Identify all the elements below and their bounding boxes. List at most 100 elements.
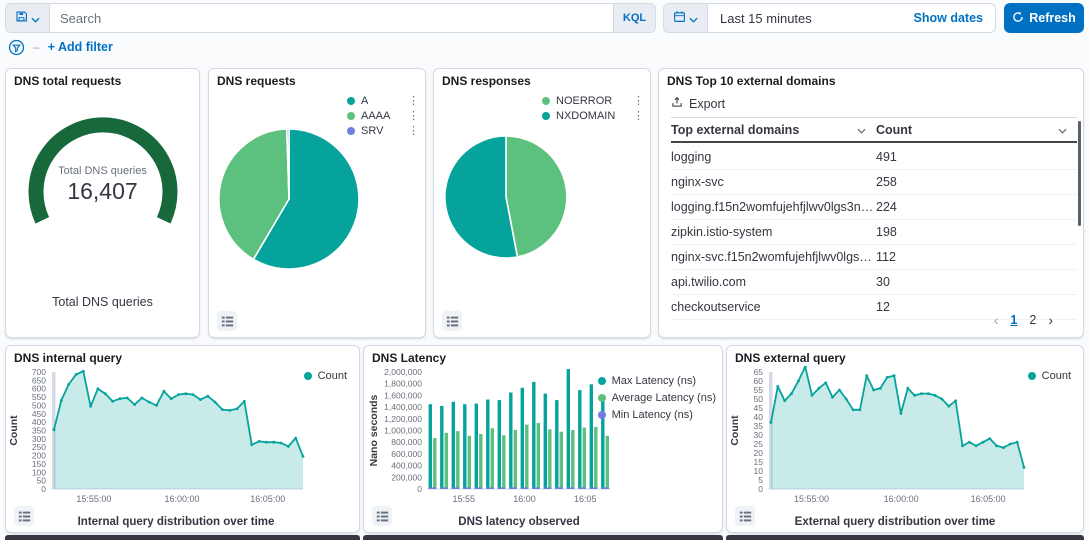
svg-text:15:55:00: 15:55:00 [76,494,111,504]
search-input[interactable] [50,4,613,32]
svg-text:60: 60 [754,376,764,386]
svg-text:800,000: 800,000 [391,437,422,447]
add-filter-button[interactable]: + Add filter [48,40,113,54]
legend-toggle-button[interactable] [735,506,755,526]
export-button[interactable]: Export [671,96,725,111]
area-chart: 0501001502002503003504004505005506006507… [7,366,359,518]
svg-text:0: 0 [758,484,763,494]
svg-text:16:00:00: 16:00:00 [165,494,200,504]
pie-legend: A ⋮ AAAA ⋮ SRV ⋮ [347,93,419,138]
legend-more-icon[interactable]: ⋮ [621,96,644,106]
chart-caption: External query distribution over time [767,516,1023,528]
svg-text:16:05:00: 16:05:00 [250,494,285,504]
panel-title: DNS Top 10 external domains [659,69,1083,88]
legend-more-icon[interactable]: ⋮ [396,111,419,121]
svg-text:55: 55 [754,385,764,395]
series-dot [304,372,312,380]
next-row-panel-edge [726,535,1084,540]
legend-item[interactable]: SRV ⋮ [347,123,419,138]
page-button-2[interactable]: 2 [1029,313,1036,327]
svg-text:0: 0 [417,484,422,494]
panel-title: DNS requests [209,69,425,88]
svg-text:1,200,000: 1,200,000 [384,414,422,424]
query-bar: KQL [5,3,656,33]
svg-text:1,000,000: 1,000,000 [384,426,422,436]
gauge-value: 16,407 [6,178,199,205]
legend-toggle-button[interactable] [442,311,462,331]
svg-text:16:05: 16:05 [574,494,597,504]
chart-caption: Internal query distribution over time [50,516,302,528]
area-chart: 0510152025303540455055606515:55:0016:00:… [728,366,1084,518]
legend-more-icon[interactable]: ⋮ [621,111,644,121]
panel-title: DNS responses [434,69,650,88]
legend-item[interactable]: Min Latency (ns) [598,406,716,423]
svg-text:25: 25 [754,439,764,449]
table-row: api.twilio.com30 [671,270,1077,295]
svg-text:15: 15 [754,457,764,467]
svg-text:700: 700 [32,367,46,377]
saved-query-menu-button[interactable] [6,4,50,32]
svg-text:16:05:00: 16:05:00 [971,494,1006,504]
calendar-icon [673,10,686,26]
legend-item[interactable]: A ⋮ [347,93,419,108]
time-range-value[interactable]: Last 15 minutes [708,11,914,26]
legend-item[interactable]: Average Latency (ns) [598,389,716,406]
legend-more-icon[interactable]: ⋮ [396,126,419,136]
panel-title: DNS Latency [364,346,722,365]
svg-text:600,000: 600,000 [391,449,422,459]
chart-legend: Count [1028,368,1071,383]
svg-text:Count: Count [729,415,741,446]
legend-toggle-button[interactable] [14,506,34,526]
panel-dns-requests: DNS requests A ⋮ AAAA ⋮ SRV ⋮ [208,68,426,338]
page-button-1[interactable]: 1 [1010,313,1017,327]
scrollbar-thumb[interactable] [1078,121,1081,226]
svg-text:1,800,000: 1,800,000 [384,379,422,389]
table-row: logging491 [671,145,1077,170]
column-header-count[interactable]: Count [876,123,1077,137]
legend-item[interactable]: NXDOMAIN ⋮ [542,108,644,123]
table-row: logging.f15n2womfujehfjlwv0lgs3nog....22… [671,195,1077,220]
legend-more-icon[interactable]: ⋮ [396,96,419,106]
next-row-panel-edge [363,535,723,540]
panel-dns-latency: DNS Latency Max Latency (ns) Average Lat… [363,345,723,533]
filter-options-icon[interactable] [8,39,25,56]
svg-text:45: 45 [754,403,764,413]
column-header-domains[interactable]: Top external domains [671,123,876,137]
refresh-icon [1012,11,1024,26]
legend-toggle-button[interactable] [217,311,237,331]
table-row: zipkin.istio-system198 [671,220,1077,245]
chevron-down-icon [31,11,40,26]
svg-text:16:00: 16:00 [513,494,536,504]
page-next-icon[interactable]: › [1048,312,1053,328]
legend-item[interactable]: NOERROR ⋮ [542,93,644,108]
legend-item[interactable]: Count [304,368,347,383]
query-language-badge[interactable]: KQL [613,4,655,32]
refresh-label: Refresh [1029,11,1076,25]
pie-legend: NOERROR ⋮ NXDOMAIN ⋮ [542,93,644,123]
legend-toggle-button[interactable] [372,506,392,526]
svg-text:16:00:00: 16:00:00 [884,494,919,504]
next-row-panel-edge [5,535,360,540]
legend-item[interactable]: AAAA ⋮ [347,108,419,123]
legend-item[interactable]: Max Latency (ns) [598,372,716,389]
series-dot [1028,372,1036,380]
series-dot [542,97,550,105]
date-picker: Last 15 minutes Show dates [663,3,996,33]
legend-item[interactable]: Count [1028,368,1071,383]
page-prev-icon[interactable]: ‹ [994,312,999,328]
table-body: logging491nginx-svc258logging.f15n2womfu… [671,145,1077,320]
sort-chevron-icon [857,123,866,137]
show-dates-link[interactable]: Show dates [914,11,983,25]
chart-legend: Max Latency (ns) Average Latency (ns) Mi… [598,372,716,423]
series-dot [598,394,606,402]
svg-text:10: 10 [754,466,764,476]
series-dot [347,97,355,105]
gauge-bottom-label: Total DNS queries [6,295,199,309]
svg-text:15:55: 15:55 [453,494,476,504]
refresh-button[interactable]: Refresh [1004,3,1084,33]
svg-text:20: 20 [754,448,764,458]
gauge-label: Total DNS queries [6,165,199,177]
chart-legend: Count [304,368,347,383]
date-quick-menu-button[interactable] [664,4,708,32]
dashboard: KQL Last 15 minutes Show dates Refresh –… [0,0,1089,540]
